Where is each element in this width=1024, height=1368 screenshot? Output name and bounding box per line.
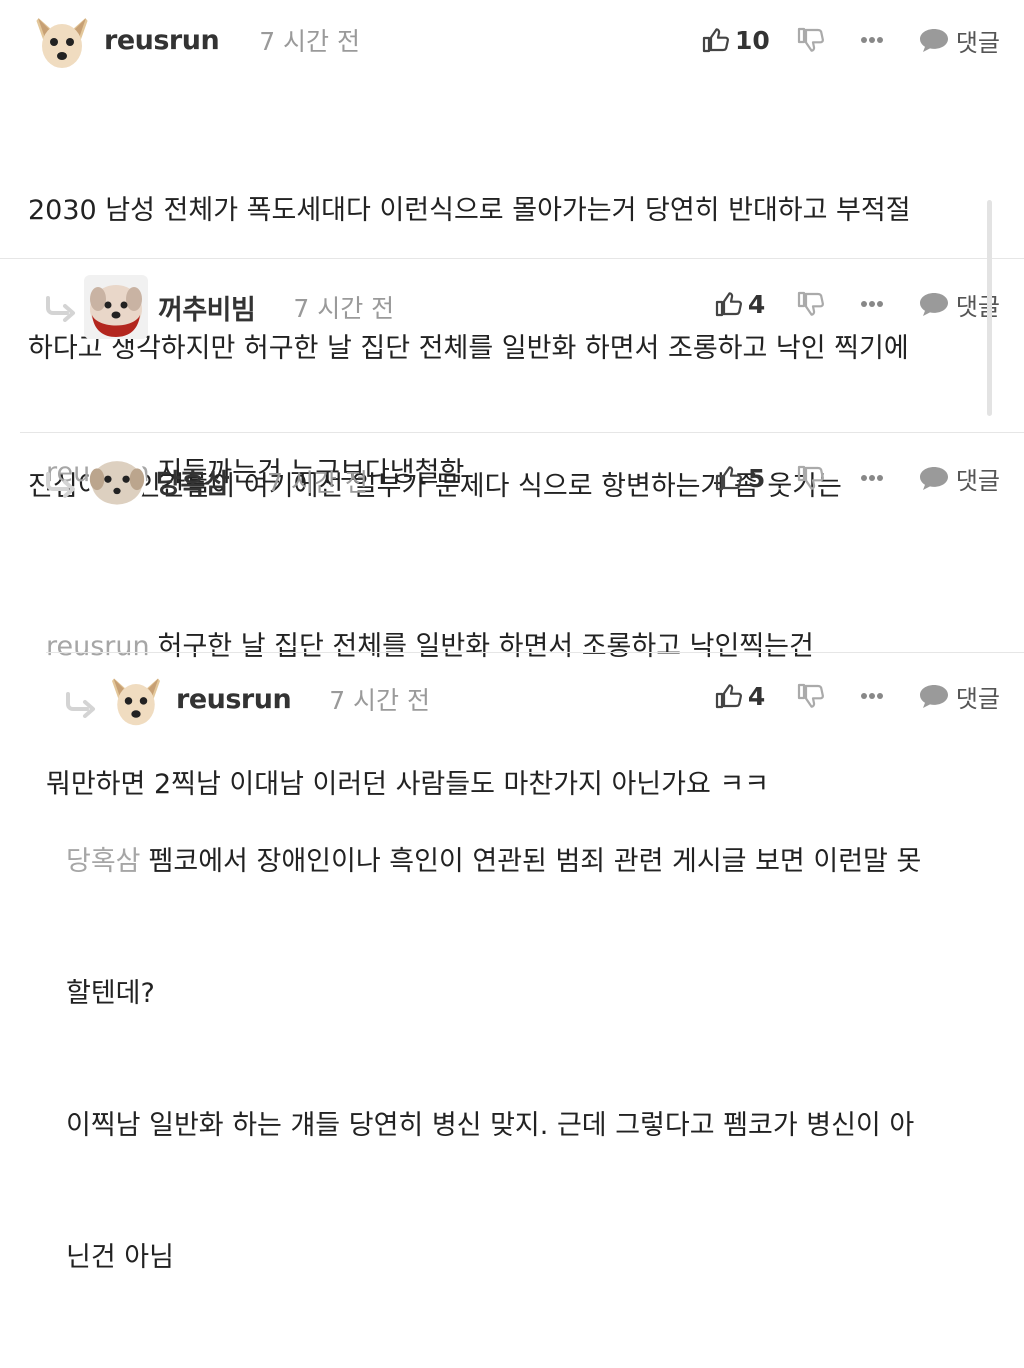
speech-bubble-icon — [918, 291, 950, 317]
comment-body: 당혹삼 펨코에서 장애인이나 흑인이 연관된 범죄 관련 게시글 보면 이런말 못… — [66, 752, 996, 1368]
thumbs-up-icon — [714, 682, 742, 710]
more-dots-icon — [860, 474, 884, 482]
nickname[interactable]: 당혹삼 — [156, 462, 230, 501]
more-button[interactable] — [860, 692, 884, 700]
dislike-button[interactable] — [796, 26, 824, 54]
timestamp: 7 시간 전 — [259, 27, 360, 56]
divider — [20, 432, 1024, 433]
timestamp: 7 시간 전 — [329, 686, 430, 715]
reply-button[interactable]: 댓글 — [918, 461, 1000, 496]
dislike-button[interactable] — [796, 682, 824, 710]
avatar[interactable] — [88, 452, 146, 510]
mention[interactable]: 당혹삼 — [66, 846, 141, 877]
thumbs-down-icon — [796, 290, 824, 318]
comment-actions: 5 댓글 — [714, 458, 1000, 498]
like-button[interactable]: 4 — [714, 682, 770, 711]
comment-actions: 10 댓글 — [701, 20, 1000, 60]
thumbs-up-icon — [714, 464, 742, 492]
thumbs-up-icon — [714, 290, 742, 318]
avatar[interactable] — [84, 275, 148, 339]
comment-text: 허구한 날 집단 전체를 일반화 하면서 조롱하고 낙인찍는건 — [157, 631, 814, 662]
comment-header: 꺼추비빔 7 시간 전 — [84, 272, 394, 342]
dog-avatar-icon — [106, 669, 166, 729]
like-count: 10 — [735, 25, 770, 55]
more-button[interactable] — [860, 300, 884, 308]
nickname[interactable]: reusrun — [104, 25, 220, 56]
reply-button[interactable]: 댓글 — [918, 679, 1000, 714]
comment-line: 당혹삼 펨코에서 장애인이나 흑인이 연관된 범죄 관련 게시글 보면 이런말 못 — [66, 840, 996, 884]
more-button[interactable] — [860, 36, 884, 44]
reply-label: 댓글 — [955, 292, 1000, 321]
thumbs-down-icon — [796, 464, 824, 492]
timestamp: 7 시간 전 — [267, 468, 368, 497]
scrollbar[interactable] — [987, 200, 992, 416]
comment-line: 할텐데? — [66, 978, 155, 1009]
more-dots-icon — [860, 36, 884, 44]
reply-label: 댓글 — [955, 684, 1000, 713]
nickname[interactable]: reusrun — [176, 684, 292, 715]
reply-button[interactable]: 댓글 — [918, 23, 1000, 58]
like-button[interactable]: 10 — [701, 26, 770, 55]
comment-line: 2030 남성 전체가 폭도세대다 이런식으로 몰아가는거 당연히 반대하고 부… — [28, 195, 911, 226]
dog-avatar-icon — [88, 452, 146, 510]
speech-bubble-icon — [918, 683, 950, 709]
comment-line: 닌건 아님 — [66, 1242, 174, 1273]
comment-header: 당혹삼 7 시간 전 — [88, 446, 368, 516]
speech-bubble-icon — [918, 27, 950, 53]
reply-label: 댓글 — [955, 28, 1000, 57]
reply-label: 댓글 — [955, 466, 1000, 495]
more-button[interactable] — [860, 474, 884, 482]
comment-header: reusrun 7 시간 전 — [30, 10, 360, 70]
dislike-button[interactable] — [796, 464, 824, 492]
thumbs-up-icon — [701, 26, 729, 54]
more-dots-icon — [860, 300, 884, 308]
comment-text: 펨코에서 장애인이나 흑인이 연관된 범죄 관련 게시글 보면 이런말 못 — [148, 846, 922, 877]
comment-line: 이찍남 일반화 하는 걔들 당연히 병신 맞지. 근데 그렇다고 펨코가 병신이… — [66, 1110, 915, 1141]
reply-arrow-icon — [44, 296, 78, 322]
avatar[interactable] — [106, 669, 166, 729]
comment-actions: 4 댓글 — [714, 284, 1000, 324]
divider — [46, 652, 1024, 653]
avatar[interactable] — [30, 8, 94, 72]
speech-bubble-icon — [918, 465, 950, 491]
reply-arrow-icon — [44, 472, 78, 498]
comment-header: reusrun 7 시간 전 — [106, 664, 430, 734]
mention[interactable]: reusrun — [46, 631, 150, 662]
timestamp: 7 시간 전 — [293, 294, 395, 323]
like-button[interactable]: 5 — [714, 464, 770, 493]
thumbs-down-icon — [796, 26, 824, 54]
dog-avatar-icon — [84, 275, 148, 339]
thumbs-down-icon — [796, 682, 824, 710]
like-count: 5 — [747, 463, 766, 493]
dog-avatar-icon — [30, 8, 94, 72]
like-button[interactable]: 4 — [714, 290, 770, 319]
dislike-button[interactable] — [796, 290, 824, 318]
nickname[interactable]: 꺼추비빔 — [158, 288, 256, 327]
more-dots-icon — [860, 692, 884, 700]
divider — [0, 258, 1024, 259]
comment-actions: 4 댓글 — [714, 676, 1000, 716]
reply-arrow-icon — [64, 692, 98, 718]
like-count: 4 — [747, 681, 766, 711]
like-count: 4 — [747, 289, 766, 319]
